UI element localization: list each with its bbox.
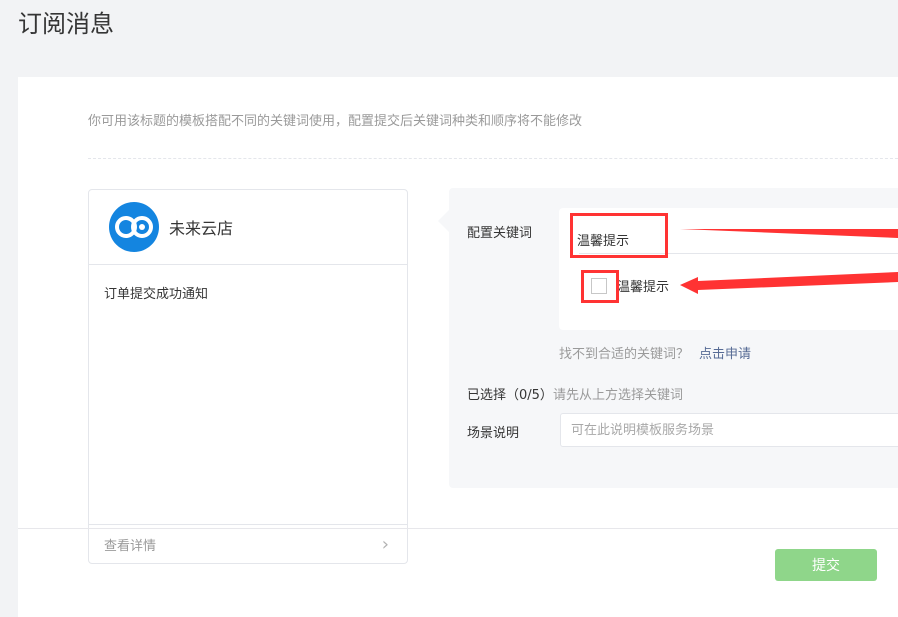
annotation-arrow — [680, 272, 898, 294]
scene-label: 场景说明 — [467, 426, 520, 441]
submit-button[interactable]: 提交 — [775, 549, 877, 581]
selected-status: 已选择（0/5）请先从上方选择关键词 — [467, 384, 683, 403]
selected-hint: 请先从上方选择关键词 — [552, 388, 683, 403]
apply-link[interactable]: 点击申请 — [699, 347, 751, 362]
selected-label: 已选择（0/5） — [467, 388, 553, 403]
apply-prompt: 找不到合适的关键词？ — [559, 347, 690, 362]
annotation-arrow — [680, 229, 898, 238]
footer-divider — [18, 528, 898, 529]
annotation-arrows — [680, 229, 898, 294]
scene-input[interactable] — [560, 413, 898, 447]
apply-keyword: 找不到合适的关键词？ 点击申请 — [559, 343, 751, 362]
